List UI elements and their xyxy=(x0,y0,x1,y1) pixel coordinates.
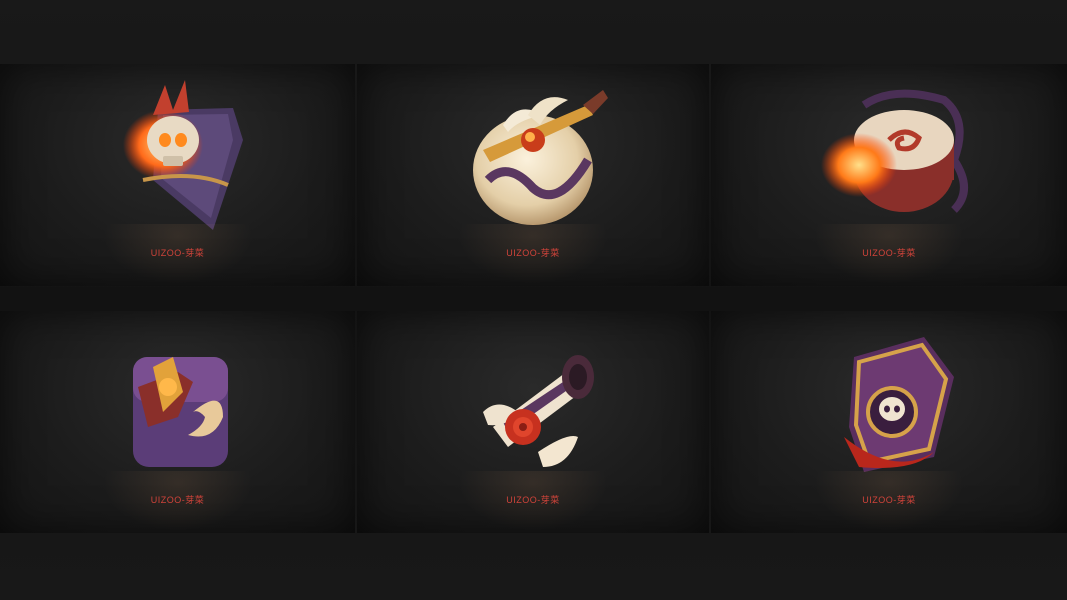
watermark-caption: UIZOO-芽菜 xyxy=(862,495,916,505)
icon-card: UIZOO-芽菜 xyxy=(0,64,355,286)
gallery-row-bottom: UIZOO-芽菜 UIZOO-芽菜 UIZOO-芽菜 xyxy=(0,311,1067,533)
watermark-caption: UIZOO-芽菜 xyxy=(506,248,560,258)
watermark-caption: UIZOO-芽菜 xyxy=(862,248,916,258)
icon-card: UIZOO-芽菜 xyxy=(711,64,1067,286)
watermark-caption: UIZOO-芽菜 xyxy=(506,495,560,505)
treasure-chest-icon xyxy=(132,357,228,467)
gallery-row-top: UIZOO-芽菜 UIZOO-芽菜 UIZOO-芽菜 xyxy=(0,64,1067,286)
rose-scroll-icon xyxy=(483,355,594,467)
icon-card: UIZOO-芽菜 xyxy=(0,311,355,533)
watermark-caption: UIZOO-芽菜 xyxy=(150,495,205,505)
skull-shield-icon xyxy=(122,80,243,230)
icon-card: UIZOO-芽菜 xyxy=(357,64,709,286)
divider xyxy=(0,287,1067,311)
icon-card: UIZOO-芽菜 xyxy=(711,311,1067,533)
peach-sword-icon xyxy=(473,90,608,225)
icon-card: UIZOO-芽菜 xyxy=(357,311,709,533)
skull-book-icon xyxy=(844,337,954,472)
flame-drum-icon xyxy=(821,89,968,213)
watermark-caption: UIZOO-芽菜 xyxy=(150,248,205,258)
